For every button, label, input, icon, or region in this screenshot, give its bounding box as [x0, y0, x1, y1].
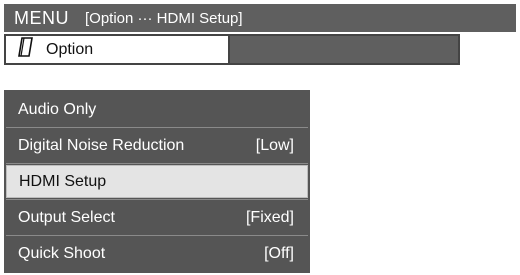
menu-item-audio-only[interactable]: Audio Only [6, 93, 308, 126]
tab-option[interactable]: Option [4, 34, 230, 65]
menu-item-hdmi-setup[interactable]: HDMI Setup [6, 165, 308, 198]
menu-item-label: Digital Noise Reduction [18, 136, 185, 154]
menu-item-label: Output Select [18, 208, 115, 226]
divider [6, 163, 308, 164]
menu-item-label: Audio Only [18, 100, 97, 118]
menu-item-label: Quick Shoot [18, 244, 106, 262]
menu-item-quick-shoot[interactable]: Quick Shoot [Off] [6, 237, 308, 270]
divider [6, 127, 308, 128]
divider [6, 199, 308, 200]
menu-header-bar: MENU [Option ··· HDMI Setup] [4, 4, 516, 32]
menu-item-value: [Low] [255, 136, 294, 154]
menu-item-label: HDMI Setup [19, 172, 107, 190]
menu-item-digital-noise-reduction[interactable]: Digital Noise Reduction [Low] [6, 129, 308, 162]
divider [6, 235, 308, 236]
menu-item-value: [Off] [264, 244, 294, 262]
menu-item-output-select[interactable]: Output Select [Fixed] [6, 201, 308, 234]
document-icon [18, 37, 34, 62]
option-menu-list: Audio Only Digital Noise Reduction [Low]… [4, 90, 310, 273]
menu-title: MENU [14, 7, 69, 28]
empty-tab-slot [230, 34, 460, 65]
breadcrumb: [Option ··· HDMI Setup] [85, 9, 243, 27]
tab-option-label: Option [46, 40, 94, 58]
menu-item-value: [Fixed] [245, 208, 294, 226]
category-tab-row: Option [4, 34, 460, 65]
